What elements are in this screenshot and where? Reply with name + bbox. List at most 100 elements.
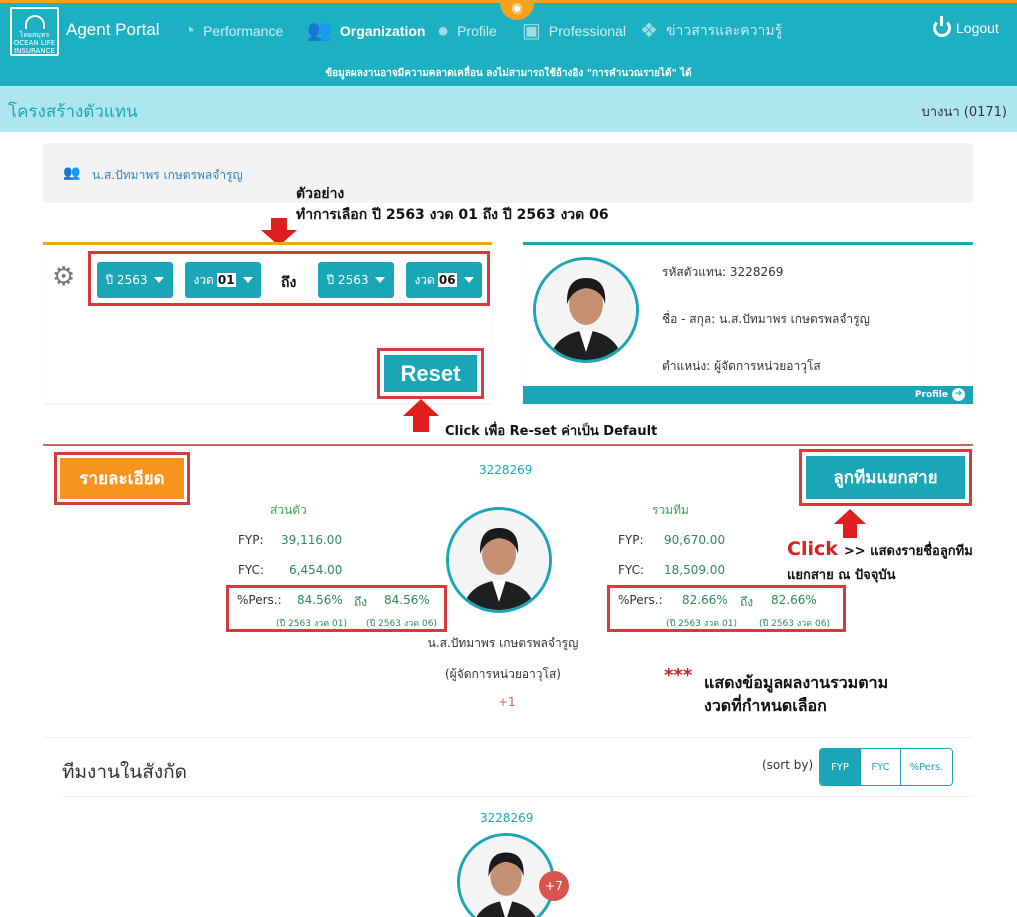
- personal-pers-to-label: ถึง: [354, 595, 368, 609]
- sort-fyp-button[interactable]: FYP: [820, 749, 860, 785]
- personal-fyc-label: FYC:: [238, 563, 264, 577]
- reset-highlight: Reset: [377, 348, 484, 399]
- to-year-dropdown[interactable]: ปี 2563: [318, 262, 394, 298]
- to-period-dropdown[interactable]: งวด 06: [406, 262, 482, 298]
- from-period-dropdown[interactable]: งวด 01: [185, 262, 261, 298]
- profile-link[interactable]: Profile ➜: [915, 388, 965, 401]
- team-member-code[interactable]: 3228269: [480, 811, 533, 825]
- personal-fyp-value: 39,116.00: [281, 533, 343, 547]
- detail-highlight: รายละเอียด: [54, 452, 190, 505]
- nav-professional[interactable]: ▣ Professional: [522, 19, 626, 43]
- caret-down-icon: [375, 277, 386, 283]
- personal-period-to: (ปี 2563 งวด 06): [366, 619, 437, 629]
- person-photo-icon: [460, 836, 552, 917]
- gauge-icon: ◔: [183, 20, 196, 42]
- reset-note: Click เพื่อ Re-set ค่าเป็น Default: [445, 424, 658, 439]
- personal-pers-highlight: %Pers.: 84.56% ถึง 84.56% (ปี 2563 งวด 0…: [226, 585, 447, 632]
- nav-news[interactable]: ❖ ข่าวสารและความรู้: [640, 19, 782, 43]
- team-branch-highlight: ลูกทีมแยกสาย: [799, 449, 972, 506]
- eye-toggle[interactable]: ◉: [500, 0, 534, 20]
- breadcrumb: 👥 น.ส.ปัทมาพร เกษตรพลจำรูญ: [43, 143, 973, 203]
- nav-performance-label: Performance: [203, 23, 284, 39]
- nav-organization[interactable]: 👥 Organization: [307, 19, 425, 43]
- logout-button[interactable]: Logout: [933, 16, 999, 37]
- team-note-text1: >> แสดงรายชื่อลูกทีม: [843, 544, 973, 559]
- subordinate-count-badge[interactable]: +7: [539, 871, 569, 901]
- profile-position: ตำแหน่ง: ผู้จัดการหน่วยอาวุโส: [662, 359, 821, 373]
- company-logo[interactable]: ไทยสมุทร OCEAN LIFE INSURANCE: [10, 7, 59, 56]
- top-navbar: ไทยสมุทร OCEAN LIFE INSURANCE Agent Port…: [0, 0, 1017, 86]
- personal-pers-label: %Pers.:: [237, 593, 282, 607]
- personal-period-from: (ปี 2563 งวด 01): [276, 619, 347, 629]
- detail-button[interactable]: รายละเอียด: [60, 458, 184, 499]
- profile-agent-code: รหัสตัวแทน: 3228269: [662, 265, 784, 279]
- personal-fyc-value: 6,454.00: [289, 563, 343, 577]
- page-title: โครงสร้างตัวแทน: [8, 102, 138, 122]
- settings-gear-icon: ⚙: [52, 262, 76, 292]
- expand-count[interactable]: +1: [498, 695, 516, 709]
- agent-role: (ผู้จัดการหน่วยอาวุโส): [444, 667, 561, 681]
- example-note-title: ตัวอย่าง: [296, 186, 345, 202]
- team-branch-button[interactable]: ลูกทีมแยกสาย: [806, 456, 965, 499]
- personal-fyp-label: FYP:: [238, 533, 264, 547]
- disclaimer-notice: ข้อมูลผลงานอาจมีความคลาดเคลื่อน ลงไม่สาม…: [325, 68, 692, 79]
- team-period-to: (ปี 2563 งวด 06): [759, 619, 830, 629]
- team-pers-label: %Pers.:: [618, 593, 663, 607]
- agent-name: น.ส.ปัทมาพร เกษตรพลจำรูญ: [427, 636, 579, 650]
- team-period-from: (ปี 2563 งวด 01): [666, 619, 737, 629]
- to-year-value: ปี 2563: [326, 272, 369, 287]
- team-fyc-label: FYC:: [618, 563, 644, 577]
- person-photo-icon: [449, 510, 549, 610]
- users-icon: 👥: [307, 20, 332, 42]
- nav-performance[interactable]: ◔ Performance: [183, 19, 283, 43]
- breadcrumb-item[interactable]: น.ส.ปัทมาพร เกษตรพลจำรูญ: [92, 166, 243, 185]
- branch-label: บางนา (0171): [921, 105, 1007, 120]
- caret-down-icon: [463, 277, 474, 283]
- summary-note-line2: งวดที่กำหนดเลือก: [704, 696, 827, 715]
- power-icon: [933, 16, 951, 37]
- profile-avatar: [533, 257, 639, 363]
- section-separator: [43, 737, 973, 738]
- team-note-line1: Click >> แสดงรายชื่อลูกทีม: [787, 538, 973, 561]
- team-fyc-value: 18,509.00: [664, 563, 726, 577]
- arrow-up-icon: [403, 399, 439, 432]
- team-member-avatar[interactable]: [457, 833, 555, 917]
- team-pers-to: 82.66%: [771, 593, 817, 607]
- from-year-value: ปี 2563: [105, 272, 148, 287]
- nav-profile-label: Profile: [457, 23, 497, 39]
- arrow-right-circle-icon: ➜: [952, 388, 965, 401]
- reset-button[interactable]: Reset: [384, 355, 477, 392]
- profile-fullname: ชื่อ - สกุล: น.ส.ปัทมาพร เกษตรพลจำรูญ: [662, 312, 870, 326]
- eye-icon: ◉: [511, 1, 523, 16]
- nav-profile[interactable]: ● Profile: [437, 19, 497, 43]
- sort-pers-button[interactable]: %Pers.: [900, 749, 952, 785]
- personal-pers-from: 84.56%: [297, 593, 343, 607]
- from-period-value: 01: [216, 273, 236, 287]
- user-icon: ●: [437, 20, 450, 42]
- arrow-up-icon: [834, 509, 866, 538]
- stars-marker: ***: [664, 665, 693, 686]
- example-note-text: ทำการเลือก ปี 2563 งวด 01 ถึง ปี 2563 งว…: [296, 207, 609, 223]
- logo-mark-icon: [24, 15, 45, 29]
- from-year-dropdown[interactable]: ปี 2563: [97, 262, 173, 298]
- to-period-label: งวด: [414, 272, 435, 287]
- users-icon: 👥: [63, 165, 81, 181]
- to-period-value: 06: [437, 273, 457, 287]
- personal-heading: ส่วนตัว: [270, 503, 307, 517]
- section-divider: [43, 444, 973, 446]
- logo-text: ไทยสมุทร OCEAN LIFE INSURANCE: [13, 31, 56, 55]
- team-fyp-value: 90,670.00: [664, 533, 726, 547]
- summary-agent-code[interactable]: 3228269: [479, 463, 532, 477]
- profile-footer: Profile ➜: [523, 386, 973, 404]
- agent-avatar[interactable]: [446, 507, 552, 613]
- page-header: โครงสร้างตัวแทน บางนา (0171): [0, 86, 1017, 132]
- team-fyp-label: FYP:: [618, 533, 644, 547]
- personal-pers-to: 84.56%: [384, 593, 430, 607]
- filter-panel: ⚙ ปี 2563 งวด 01 ถึง ปี 2563 งวด 06 Rese…: [43, 242, 492, 403]
- sort-fyc-button[interactable]: FYC: [860, 749, 900, 785]
- caret-down-icon: [242, 277, 253, 283]
- briefcase-icon: ▣: [522, 20, 541, 42]
- summary-note-line1: แสดงข้อมูลผลงานรวมตาม: [704, 673, 889, 692]
- brand-title[interactable]: Agent Portal: [66, 20, 160, 40]
- nav-news-label: ข่าวสารและความรู้: [665, 22, 783, 38]
